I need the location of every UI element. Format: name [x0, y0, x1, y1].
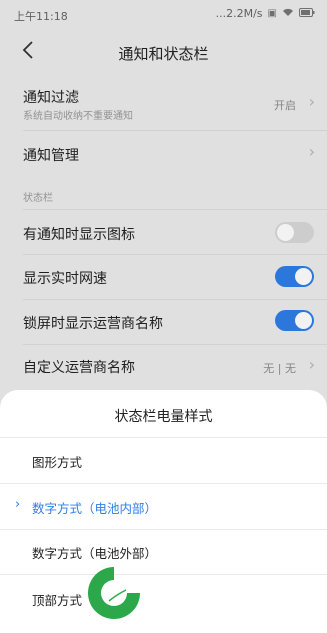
option-label: 顶部方式	[32, 593, 83, 608]
divider	[0, 437, 327, 438]
logo-icon	[83, 563, 145, 623]
option-label: 图形方式	[32, 455, 83, 470]
option-label: 数字方式（电池内部）	[32, 501, 158, 516]
divider	[0, 574, 327, 575]
sheet-title: 状态栏电量样式	[114, 409, 213, 425]
option-numeric-inside[interactable]: › 数字方式（电池内部）	[0, 486, 327, 528]
divider	[0, 483, 327, 484]
option-numeric-outside[interactable]: 数字方式（电池外部）	[0, 531, 327, 573]
option-top[interactable]: 顶部方式	[0, 578, 327, 620]
selected-chevron-icon: ›	[15, 497, 21, 512]
option-label: 数字方式（电池外部）	[32, 546, 158, 561]
divider	[0, 529, 327, 530]
battery-style-sheet: 状态栏电量样式 图形方式 › 数字方式（电池内部） 数字方式（电池外部） 顶部方…	[0, 390, 327, 633]
option-graphic[interactable]: 图形方式	[0, 440, 327, 482]
